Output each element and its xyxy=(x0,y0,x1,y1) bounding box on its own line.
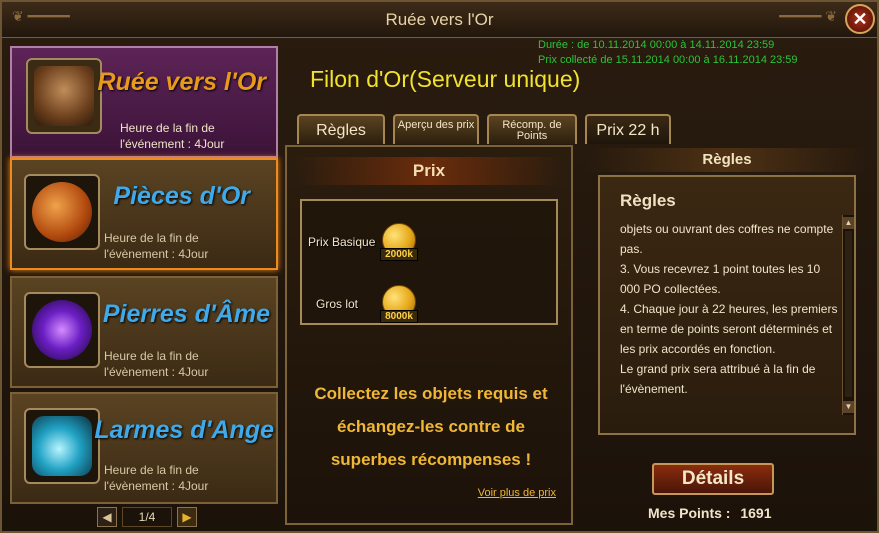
soul-stone-icon xyxy=(24,292,100,368)
gold-coin-icon[interactable]: 8000k xyxy=(380,285,418,327)
close-button[interactable]: ✕ xyxy=(845,4,875,34)
event-sidebar: Ruée vers l'Or Heure de la fin de l'évén… xyxy=(10,42,280,532)
tab-point-rewards[interactable]: Récomp. de Points xyxy=(487,114,577,144)
event-end-time: Heure de la fin de l'évènement : 4Jour xyxy=(104,463,209,493)
window-title: Ruée vers l'Or xyxy=(385,10,494,29)
event-window: ❦ ━━━━━ Ruée vers l'Or ━━━━━ ❦ ✕ Ruée ve… xyxy=(0,0,879,533)
event-end-time: Heure de la fin de l'évènement : 4Jour xyxy=(104,231,209,261)
coin-amount: 2000k xyxy=(380,248,418,261)
prize-row-jackpot: Gros lot 8000k xyxy=(308,285,548,327)
rules-header: Règles xyxy=(587,148,867,172)
rules-text: objets ou ouvrant des coffres ne compte … xyxy=(620,222,838,396)
prospector-icon xyxy=(26,58,102,134)
coin-amount: 8000k xyxy=(380,310,418,323)
event-card-soul-stones[interactable]: Pierres d'Âme Heure de la fin de l'évène… xyxy=(10,276,278,388)
details-button[interactable]: Détails xyxy=(652,463,774,495)
scroll-up-icon[interactable]: ▲ xyxy=(843,217,854,229)
gold-coin-icon[interactable]: 2000k xyxy=(380,223,418,265)
next-page-button[interactable]: ▶ xyxy=(177,507,197,527)
event-dates: Durée : de 10.11.2014 00:00 à 14.11.2014… xyxy=(538,38,798,68)
event-name: Pierres d'Âme xyxy=(102,300,270,328)
scroll-track[interactable] xyxy=(845,231,852,397)
event-name: Ruée vers l'Or xyxy=(97,68,266,96)
rules-title: Règles xyxy=(620,191,676,210)
duration-text: Durée : de 10.11.2014 00:00 à 14.11.2014… xyxy=(538,39,775,51)
event-name: Pièces d'Or xyxy=(113,182,250,210)
prize-row-basic: Prix Basique 2000k xyxy=(308,223,548,265)
prize-label: Prix Basique xyxy=(308,235,376,249)
pager: ◀ 1/4 ▶ xyxy=(97,507,197,529)
tab-rules[interactable]: Règles xyxy=(297,114,385,144)
my-points: Mes Points : 1691 xyxy=(648,505,772,521)
event-card-gold-rush[interactable]: Ruée vers l'Or Heure de la fin de l'évén… xyxy=(10,46,278,158)
collect-instructions: Collectez les objets requis et échangez-… xyxy=(314,384,548,469)
title-bar: ❦ ━━━━━ Ruée vers l'Or ━━━━━ ❦ xyxy=(2,2,877,38)
tab-prize-preview[interactable]: Aperçu des prix xyxy=(393,114,479,144)
scroll-down-icon[interactable]: ▼ xyxy=(843,401,854,413)
prev-page-button[interactable]: ◀ xyxy=(97,507,117,527)
see-more-prizes-link[interactable]: Voir plus de prix xyxy=(478,487,556,499)
event-card-gold-coins[interactable]: Pièces d'Or Heure de la fin de l'évèneme… xyxy=(10,158,278,270)
gold-coin-icon xyxy=(24,174,100,250)
prize-label: Gros lot xyxy=(316,297,359,311)
rules-box: Règles objets ou ouvrant des coffres ne … xyxy=(598,175,856,435)
rules-scrollbar[interactable]: ▲ ▼ xyxy=(842,215,854,415)
event-card-angel-tears[interactable]: Larmes d'Ange Heure de la fin de l'évène… xyxy=(10,392,278,504)
event-name: Larmes d'Ange xyxy=(94,416,274,444)
prize-panel: Prix Prix Basique 2000k Gros lot 8000k C… xyxy=(285,145,573,525)
page-title: Filon d'Or(Serveur unique) xyxy=(310,66,581,92)
points-value: 1691 xyxy=(740,505,772,521)
event-end-time: Heure de la fin de l'évènement : 4Jour xyxy=(104,349,209,379)
angel-tear-potion-icon xyxy=(24,408,100,484)
prize-header: Prix xyxy=(295,157,563,185)
event-end-time: Heure de la fin de l'événement : 4Jour xyxy=(120,121,225,151)
tab-prize-22h[interactable]: Prix 22 h xyxy=(585,114,671,144)
page-indicator: 1/4 xyxy=(122,507,172,527)
title-ornament-right: ━━━━━ ❦ xyxy=(779,8,837,24)
prize-list: Prix Basique 2000k Gros lot 8000k xyxy=(300,199,558,325)
points-label: Mes Points : xyxy=(648,505,731,521)
